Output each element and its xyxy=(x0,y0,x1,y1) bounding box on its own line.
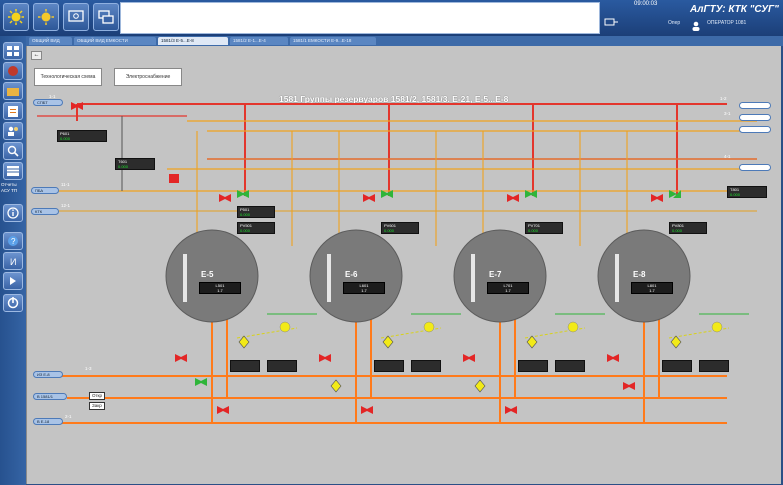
input-pba[interactable]: ПБА xyxy=(31,187,59,194)
input-ktk[interactable]: КТК xyxy=(31,208,59,215)
mnemonic-canvas: ← Технологическая схема Электроснабжение… xyxy=(26,46,781,484)
line-label-11-1: 11-1 xyxy=(61,182,70,187)
tank-shapes xyxy=(165,229,691,323)
app-window: 09:00:03 АлГТУ: КТК "СУГ" Опер ОПЕРАТОР … xyxy=(0,0,783,485)
sidebar-asu-label: АСУ ТП xyxy=(1,188,18,193)
tank-e8-level[interactable]: L801 1.7 xyxy=(631,282,673,294)
tag-t801[interactable]: T801 0.000 xyxy=(727,186,767,198)
sidebar-i-button[interactable]: И xyxy=(3,252,23,270)
power-icon xyxy=(7,297,19,309)
output-right-1[interactable] xyxy=(739,102,771,109)
input-spbt[interactable]: СПБТ xyxy=(33,99,63,106)
tank-e5-name: Е-5 xyxy=(201,270,214,279)
user-icon xyxy=(691,18,701,36)
help-icon: ? xyxy=(8,236,18,246)
users-icon xyxy=(8,126,18,136)
output-right-2[interactable] xyxy=(739,114,771,121)
tab-tanks-overview[interactable]: ОБЩИЙ ВИД ЕМКОСТИ xyxy=(74,37,156,45)
tab-overview[interactable]: ОБЩИЙ ВИД xyxy=(29,37,72,45)
report-icon xyxy=(8,106,18,117)
sidebar-reports-label: Отчеты xyxy=(1,182,17,187)
sun-ack-icon xyxy=(38,9,54,25)
tab-1581-1[interactable]: 1581/1 ЕМКОСТИ Е-9...Е-18 xyxy=(290,37,376,45)
input-from-e8[interactable]: ИЗ Е-8 xyxy=(33,371,63,378)
tank-e5-level[interactable]: L501 1.7 xyxy=(199,282,241,294)
tag-pv801[interactable]: PV801 0.000 xyxy=(669,222,707,234)
app-brand: АлГТУ: КТК "СУГ" xyxy=(690,4,779,15)
close-button[interactable]: Закр xyxy=(89,402,105,410)
folder-icon xyxy=(7,88,19,96)
pump-box-3b[interactable] xyxy=(555,360,585,372)
user-role: Опер xyxy=(668,20,681,26)
monitor-search-icon xyxy=(68,10,84,22)
pump-box-3a[interactable] xyxy=(518,360,548,372)
sidebar-help-button[interactable]: ? xyxy=(3,232,23,250)
line-label-2-1: 2-1 xyxy=(65,414,72,419)
sidebar-folder-button[interactable] xyxy=(3,82,23,100)
connection-icon[interactable] xyxy=(604,15,618,33)
clock: 09:00:03 xyxy=(634,1,658,7)
sidebar-power-button[interactable] xyxy=(3,294,23,312)
tag-p601[interactable]: P601 0.000 xyxy=(57,130,107,142)
tank-e8-name: Е-8 xyxy=(633,270,646,279)
user-name: ОПЕРАТОР 1081 xyxy=(707,20,747,26)
tab-1581-3[interactable]: 1581/3 Е-5...Е-8 xyxy=(158,37,228,45)
grid-icon xyxy=(7,46,19,56)
output-right-3[interactable] xyxy=(739,126,771,133)
sidebar-report-button[interactable] xyxy=(3,102,23,120)
pump-box-4b[interactable] xyxy=(699,360,729,372)
tag-pv501[interactable]: PV501 0.000 xyxy=(237,222,275,234)
sidebar-arrow-button[interactable] xyxy=(3,272,23,290)
sidebar-search-button[interactable] xyxy=(3,142,23,160)
svg-text:И: И xyxy=(10,257,16,267)
alarm-message-box[interactable] xyxy=(120,2,600,34)
tank-e6-level[interactable]: L601 1.7 xyxy=(343,282,385,294)
sidebar-info-button[interactable] xyxy=(3,204,23,222)
pump-box-4a[interactable] xyxy=(662,360,692,372)
zoom-button[interactable] xyxy=(63,3,89,31)
table-icon xyxy=(7,166,19,176)
red-circle-icon xyxy=(8,66,18,76)
tab-bar: ОБЩИЙ ВИД ОБЩИЙ ВИД ЕМКОСТИ 1581/3 Е-5..… xyxy=(26,36,783,46)
tag-pv601[interactable]: PV601 0.000 xyxy=(381,222,419,234)
sun-alarm-icon xyxy=(8,9,24,25)
info-icon xyxy=(7,207,19,219)
tag-t601[interactable]: T601 0.000 xyxy=(115,158,155,170)
left-sidebar: Отчеты АСУ ТП ? И xyxy=(0,36,26,485)
tank-e7-name: Е-7 xyxy=(489,270,502,279)
sidebar-users-button[interactable] xyxy=(3,122,23,140)
tab-1581-2[interactable]: 1581/2 Е-1...Е-4 xyxy=(230,37,288,45)
line-label-3-1: 3-1 xyxy=(724,111,731,116)
line-label-12-1: 12-1 xyxy=(61,203,71,208)
tag-pv701[interactable]: PV701 0.000 xyxy=(525,222,563,234)
top-toolbar: 09:00:03 АлГТУ: КТК "СУГ" Опер ОПЕРАТОР … xyxy=(0,0,783,36)
line-label-1-3: 1-3 xyxy=(85,366,92,371)
tank-e7-level[interactable]: L701 1.7 xyxy=(487,282,529,294)
open-button[interactable]: Откр xyxy=(89,392,106,400)
input-to-1581-1[interactable]: В 1581/1 xyxy=(33,393,67,400)
process-diagram xyxy=(37,102,757,424)
screens-button[interactable] xyxy=(93,3,119,31)
svg-text:?: ? xyxy=(11,237,16,246)
tag-p501[interactable]: P501 0.000 xyxy=(237,206,275,218)
letter-i-icon: И xyxy=(10,257,16,267)
sidebar-record-button[interactable] xyxy=(3,62,23,80)
sidebar-home-button[interactable] xyxy=(3,42,23,60)
search-icon xyxy=(7,145,19,157)
alarm-sun-button[interactable] xyxy=(3,3,29,31)
line-label-1-2: 1-2 xyxy=(720,96,727,101)
pump-box-1b[interactable] xyxy=(267,360,297,372)
pump-box-1a[interactable] xyxy=(230,360,260,372)
alarm-ack-button[interactable] xyxy=(33,3,59,31)
windows-icon xyxy=(98,10,114,24)
tank-e6-name: Е-6 xyxy=(345,270,358,279)
arrow-icon xyxy=(10,277,16,285)
sidebar-table-button[interactable] xyxy=(3,162,23,180)
output-right-4[interactable] xyxy=(739,164,771,171)
input-to-e18[interactable]: В Е-18 xyxy=(33,418,63,425)
pump-box-2b[interactable] xyxy=(411,360,441,372)
pump-box-2a[interactable] xyxy=(374,360,404,372)
line-label-4-1: 4-1 xyxy=(724,154,731,159)
